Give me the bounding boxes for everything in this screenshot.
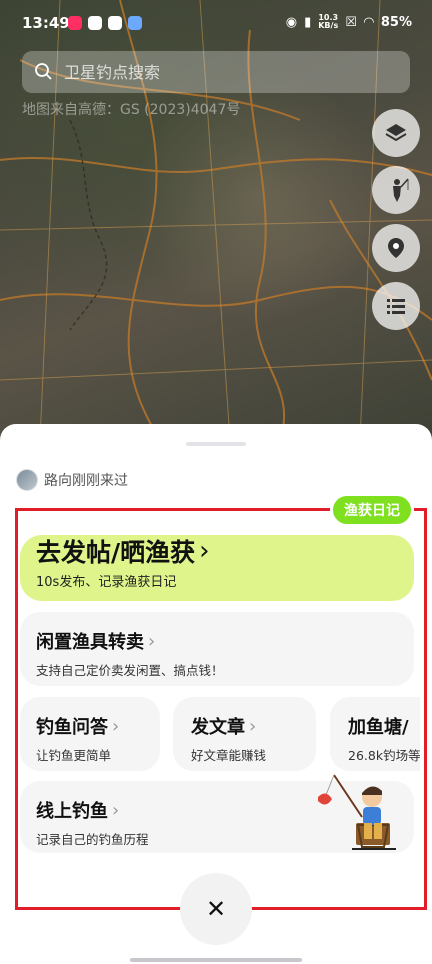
location-icon: ◉ — [285, 14, 298, 30]
post-catch-card[interactable]: 去发帖/晒渔获 › 10s发布、记录渔获日记 — [20, 535, 414, 601]
chevron-right-icon: › — [249, 715, 257, 737]
sell-gear-subtitle: 支持自己定价卖发闲置、搞点钱！ — [36, 663, 224, 678]
fishing-qa-subtitle: 让钓鱼更简单 — [36, 748, 112, 763]
map-source-text: 地图来自高德：GS (2023)4047号 — [22, 102, 241, 118]
status-time: 13:49 — [22, 14, 70, 32]
join-pond-title: 加鱼塘/ — [348, 713, 420, 739]
search-icon — [35, 63, 52, 80]
sim-off-icon: ☒ — [345, 14, 357, 30]
join-pond-subtitle: 26.8k钓场等 — [348, 748, 420, 763]
post-catch-subtitle: 10s发布、记录渔获日记 — [36, 575, 177, 590]
sell-gear-title: 闲置渔具转卖 › — [36, 628, 414, 654]
search-input[interactable] — [64, 62, 384, 82]
net-speed: 10.3 KB/s — [318, 14, 338, 30]
layers-button[interactable] — [372, 109, 420, 157]
app-notification-icon — [108, 16, 122, 30]
fisherman-illustration — [318, 774, 396, 850]
list-icon — [387, 299, 405, 314]
app-notification-icon — [88, 16, 102, 30]
status-right-icons: ◉ ▮ 10.3 KB/s ☒ ◠ 85% — [286, 14, 412, 30]
avatar — [16, 469, 38, 491]
chevron-right-icon: › — [112, 799, 120, 821]
write-article-title-text: 发文章 — [191, 717, 245, 738]
post-catch-title-text: 去发帖/晒渔获 — [36, 538, 196, 567]
online-fishing-title-text: 线上钓鱼 — [36, 801, 108, 822]
layers-icon — [385, 124, 407, 142]
join-pond-title-text: 加鱼塘/ — [348, 717, 409, 738]
list-button[interactable] — [372, 282, 420, 330]
write-article-subtitle: 好文章能赚钱 — [191, 748, 267, 763]
chevron-right-icon: › — [199, 536, 210, 566]
recent-visitor[interactable]: 路向刚刚来过 — [16, 469, 128, 491]
online-fishing-card[interactable]: 线上钓鱼 › 记录自己的钓鱼历程 — [20, 774, 414, 853]
wifi-icon: ◠ — [363, 14, 374, 30]
fishing-qa-title: 钓鱼问答 › — [36, 713, 160, 739]
join-pond-card[interactable]: 加鱼塘/ 26.8k钓场等 — [330, 697, 420, 771]
fishing-qa-card[interactable]: 钓鱼问答 › 让钓鱼更简单 — [20, 697, 160, 771]
sell-gear-title-text: 闲置渔具转卖 — [36, 632, 144, 653]
location-button[interactable] — [372, 224, 420, 272]
search-bar[interactable] — [22, 51, 410, 93]
home-indicator[interactable] — [130, 958, 302, 962]
recent-visitor-text: 路向刚刚来过 — [44, 473, 128, 489]
fishing-spot-button[interactable] — [372, 166, 420, 214]
app-notification-icon — [128, 16, 142, 30]
close-icon: ✕ — [205, 895, 227, 923]
fisherman-icon — [393, 178, 409, 202]
vibrate-icon: ▮ — [304, 14, 312, 30]
write-article-card[interactable]: 发文章 › 好文章能赚钱 — [173, 697, 316, 771]
map-pin-icon — [388, 238, 404, 258]
app-notification-icon — [68, 16, 82, 30]
chevron-right-icon: › — [112, 715, 120, 737]
catch-diary-tag[interactable]: 渔获日记 — [330, 493, 414, 527]
close-button[interactable]: ✕ — [180, 873, 252, 945]
notification-icons — [68, 16, 142, 30]
status-bar: 13:49 ◉ ▮ 10.3 KB/s ☒ ◠ 85% — [0, 0, 432, 48]
post-catch-title: 去发帖/晒渔获 › — [36, 533, 210, 569]
net-speed-unit: KB/s — [318, 21, 339, 30]
fishing-qa-title-text: 钓鱼问答 — [36, 717, 108, 738]
write-article-title: 发文章 › — [191, 713, 316, 739]
sell-gear-card[interactable]: 闲置渔具转卖 › 支持自己定价卖发闲置、搞点钱！ — [20, 612, 414, 686]
sheet-handle[interactable] — [186, 442, 246, 446]
chevron-right-icon: › — [148, 630, 156, 652]
battery-level: 85% — [380, 14, 412, 30]
